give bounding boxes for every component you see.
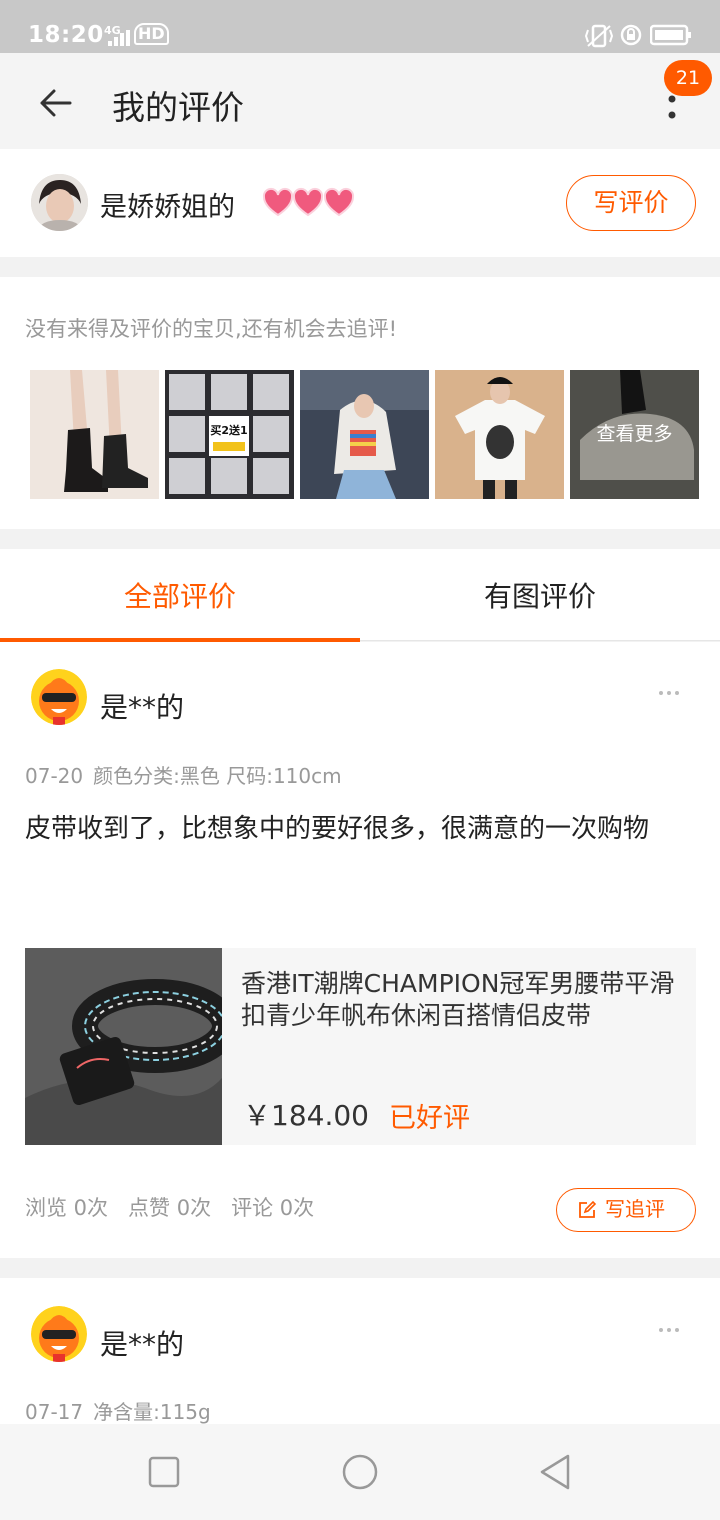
hd-icon: HD [134, 23, 169, 45]
write-review-button[interactable]: 写评价 [566, 175, 696, 231]
pending-product-jacket[interactable] [300, 370, 429, 499]
battery-icon [650, 24, 691, 46]
review-meta: 07-17 净含量:115g [25, 1396, 211, 1425]
hearts-rank-icon [262, 187, 355, 217]
pending-product-boots[interactable] [30, 370, 159, 499]
write-followup-label: 写追评 [605, 1197, 665, 1221]
product-price: ￥184.00 [243, 1099, 369, 1132]
review-text: 皮带收到了，比想象中的要好很多，很满意的一次购物 [25, 814, 650, 844]
product-image [25, 948, 222, 1145]
avatar[interactable] [31, 174, 88, 231]
reviewer-avatar[interactable] [31, 669, 87, 725]
see-more-products[interactable]: 查看更多 [570, 370, 699, 499]
status-time: 18:20 [28, 22, 104, 48]
pending-hint: 没有来得及评价的宝贝,还有机会去追评! [25, 317, 398, 341]
view-count: 浏览 0次 [25, 1196, 109, 1220]
review-meta: 07-20 颜色分类:黑色 尺码:110cm [25, 760, 342, 789]
write-followup-button[interactable]: 写追评 [556, 1188, 696, 1232]
svg-text:买2送1: 买2送1 [210, 423, 247, 437]
reviewer-avatar[interactable] [31, 1306, 87, 1362]
review-date: 07-20 [25, 764, 84, 788]
user-name: 是娇娇姐的 [100, 192, 235, 223]
review-stats: 浏览 0次 点赞 0次 评论 0次 [25, 1192, 334, 1222]
pending-product-necklace[interactable]: 买2送1 [165, 370, 294, 499]
pending-product-tshirt[interactable] [435, 370, 564, 499]
back-icon[interactable] [536, 1452, 576, 1492]
status-bar: 18:20 4G HD [0, 0, 720, 53]
more-horizontal-icon[interactable] [658, 1326, 680, 1334]
notification-badge: 21 [664, 60, 712, 96]
system-nav-bar [0, 1424, 720, 1520]
reviewer-name: 是**的 [100, 1328, 185, 1361]
review-spec: 颜色分类:黑色 尺码:110cm [93, 764, 342, 788]
rotation-lock-icon [620, 24, 642, 46]
review-tabs: 全部评价 有图评价 [0, 549, 720, 642]
review-status-badge: 已好评 [389, 1103, 470, 1134]
page-title: 我的评价 [112, 88, 244, 127]
user-section: 是娇娇姐的 写评价 [0, 149, 720, 257]
comment-count: 评论 0次 [231, 1196, 315, 1220]
recent-apps-icon[interactable] [144, 1452, 184, 1492]
signal-icon [108, 30, 130, 46]
see-more-label: 查看更多 [570, 370, 699, 499]
review-card: 是**的 07-20 颜色分类:黑色 尺码:110cm 皮带收到了，比想象中的要好… [0, 642, 720, 1258]
review-spec: 净含量:115g [93, 1400, 211, 1424]
tab-photo-reviews[interactable]: 有图评价 [360, 549, 720, 641]
review-card: 是**的 07-17 净含量:115g [0, 1278, 720, 1424]
more-horizontal-icon[interactable] [658, 689, 680, 697]
like-count: 点赞 0次 [128, 1196, 212, 1220]
tab-all-reviews[interactable]: 全部评价 [0, 549, 360, 642]
product-title: 香港IT潮牌CHAMPION冠军男腰带平滑扣青少年帆布休闲百搭情侣皮带 [241, 969, 675, 1030]
edit-icon [579, 1200, 597, 1218]
home-icon[interactable] [340, 1452, 380, 1492]
back-arrow-icon[interactable] [36, 83, 76, 123]
review-date: 07-17 [25, 1400, 84, 1424]
app-header: 我的评价 21 [0, 53, 720, 149]
pending-review-section: 没有来得及评价的宝贝,还有机会去追评! 买2送1 查看更多 [0, 277, 720, 529]
reviewer-name: 是**的 [100, 691, 185, 724]
product-card[interactable]: 香港IT潮牌CHAMPION冠军男腰带平滑扣青少年帆布休闲百搭情侣皮带 ￥184… [25, 948, 696, 1145]
vibrate-icon [584, 24, 614, 48]
